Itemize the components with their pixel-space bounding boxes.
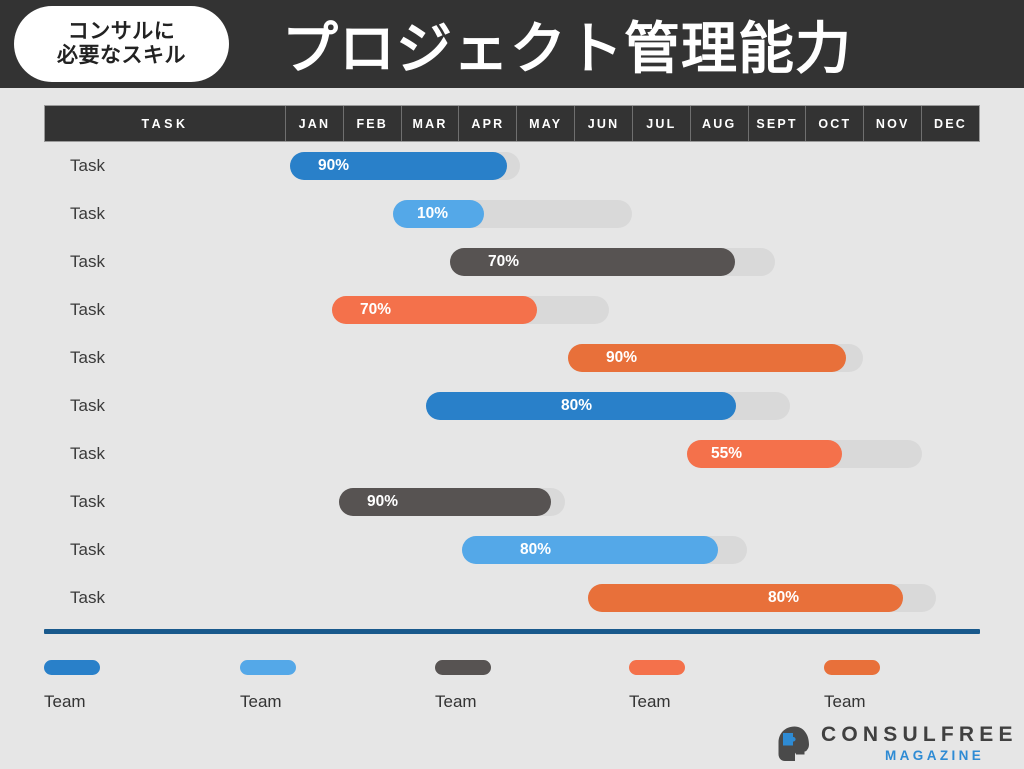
task-progress-label: 10% <box>417 205 449 222</box>
column-header-month-oct: OCT <box>806 106 865 141</box>
column-header-month-jul: JUL <box>633 106 691 141</box>
task-progress-label: 90% <box>367 493 399 510</box>
legend-label: Team <box>44 692 86 711</box>
gantt-table-header: TASK JAN FEB MAR APR MAY JUN JUL AUG SEP… <box>44 105 980 142</box>
column-header-month-may: MAY <box>517 106 576 141</box>
table-row: Task 55% <box>0 430 1024 478</box>
column-header-month-jun: JUN <box>575 106 633 141</box>
task-progress-label: 80% <box>768 589 800 606</box>
task-label: Task <box>70 348 105 367</box>
legend-item[interactable]: Team <box>435 660 615 712</box>
task-bar-track: 80% <box>588 584 936 612</box>
table-row: Task 90% <box>0 334 1024 382</box>
legend-item[interactable]: Team <box>44 660 224 712</box>
table-row: Task 70% <box>0 238 1024 286</box>
legend-swatch <box>240 660 296 675</box>
gantt-rows: Task 90% Task 10% Task 70% Task 70% Task 90% Task 8… <box>0 142 1024 622</box>
column-header-month-nov: NOV <box>864 106 923 141</box>
column-header-month-sept: SEPT <box>749 106 807 141</box>
legend-swatch <box>629 660 685 675</box>
task-bar-track: 80% <box>462 536 747 564</box>
task-bar-fill[interactable]: 90% <box>568 344 846 372</box>
task-bar-track: 55% <box>687 440 922 468</box>
task-progress-label: 70% <box>360 301 392 318</box>
task-label: Task <box>70 156 105 175</box>
task-label: Task <box>70 396 105 415</box>
task-bar-track: 90% <box>339 488 565 516</box>
task-label: Task <box>70 252 105 271</box>
task-progress-label: 55% <box>711 445 743 462</box>
task-bar-track: 80% <box>426 392 790 420</box>
column-header-month-aug: AUG <box>691 106 749 141</box>
task-progress-label: 80% <box>561 397 593 414</box>
task-label: Task <box>70 444 105 463</box>
task-bar-track: 90% <box>290 152 520 180</box>
task-bar-fill[interactable]: 55% <box>687 440 842 468</box>
slide-root: コンサルに 必要なスキル プロジェクト管理能力 TASK JAN FEB MAR… <box>0 0 1024 768</box>
legend-label: Team <box>435 692 477 711</box>
task-bar-fill[interactable]: 80% <box>462 536 718 564</box>
column-header-task: TASK <box>45 106 286 141</box>
column-header-month-feb: FEB <box>344 106 402 141</box>
task-progress-label: 70% <box>488 253 520 270</box>
logo-subtitle: MAGAZINE <box>885 748 985 763</box>
task-progress-label: 90% <box>318 157 350 174</box>
legend-swatch <box>824 660 880 675</box>
task-bar-fill[interactable]: 10% <box>393 200 484 228</box>
task-progress-label: 80% <box>520 541 552 558</box>
task-progress-label: 90% <box>606 349 638 366</box>
legend: Team Team Team Team Team <box>44 660 980 722</box>
page-title: プロジェクト管理能力 <box>282 16 852 80</box>
legend-item[interactable]: Team <box>824 660 1004 712</box>
table-row: Task 80% <box>0 574 1024 622</box>
table-row: Task 10% <box>0 190 1024 238</box>
column-header-month-apr: APR <box>459 106 518 141</box>
puzzle-head-icon <box>775 724 813 764</box>
table-row: Task 90% <box>0 142 1024 190</box>
task-bar-track: 70% <box>450 248 775 276</box>
table-row: Task 90% <box>0 478 1024 526</box>
task-bar-track: 70% <box>332 296 609 324</box>
table-row: Task 70% <box>0 286 1024 334</box>
task-bar-fill[interactable]: 70% <box>450 248 735 276</box>
task-label: Task <box>70 588 105 607</box>
task-label: Task <box>70 492 105 511</box>
table-row: Task 80% <box>0 526 1024 574</box>
task-label: Task <box>70 204 105 223</box>
task-label: Task <box>70 540 105 559</box>
task-bar-fill[interactable]: 80% <box>588 584 903 612</box>
column-header-month-jan: JAN <box>286 106 344 141</box>
legend-label: Team <box>240 692 282 711</box>
task-bar-fill[interactable]: 90% <box>290 152 507 180</box>
header-bar: コンサルに 必要なスキル プロジェクト管理能力 <box>0 0 1024 88</box>
legend-label: Team <box>824 692 866 711</box>
task-bar-track: 10% <box>393 200 632 228</box>
logo-wordmark: CONSULFREE <box>821 723 1018 746</box>
legend-swatch <box>44 660 100 675</box>
brand-logo: CONSULFREE MAGAZINE <box>775 722 1017 766</box>
task-bar-track: 90% <box>568 344 863 372</box>
legend-item[interactable]: Team <box>629 660 809 712</box>
legend-item[interactable]: Team <box>240 660 420 712</box>
column-header-month-dec: DEC <box>934 116 968 131</box>
task-bar-fill[interactable]: 70% <box>332 296 537 324</box>
column-header-month-mar: MAR <box>402 106 460 141</box>
legend-label: Team <box>629 692 671 711</box>
section-divider <box>44 629 980 634</box>
table-row: Task 80% <box>0 382 1024 430</box>
task-bar-fill[interactable]: 90% <box>339 488 551 516</box>
legend-swatch <box>435 660 491 675</box>
task-label: Task <box>70 300 105 319</box>
task-bar-fill[interactable]: 80% <box>426 392 736 420</box>
